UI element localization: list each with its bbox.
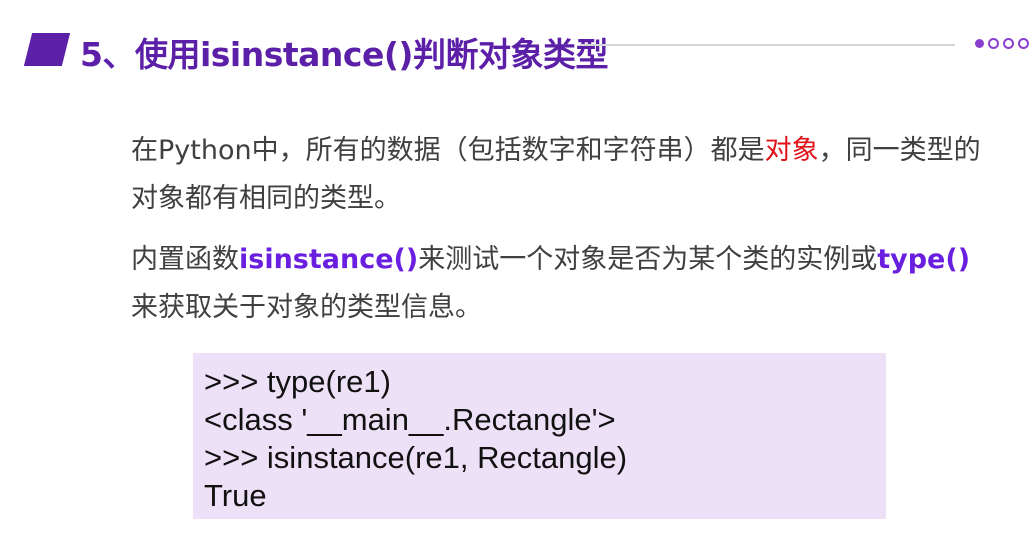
paragraph-text: 内置函数 xyxy=(131,244,239,275)
dot-icon xyxy=(975,39,984,48)
func-isinstance: isinstance() xyxy=(239,244,419,275)
dot-ring-icon xyxy=(1018,38,1029,49)
code-block: >>> type(re1) <class '__main__.Rectangle… xyxy=(193,353,886,519)
paragraph-objects: 在Python中，所有的数据（包括数字和字符串）都是对象，同一类型的对象都有相同… xyxy=(131,127,981,223)
dot-ring-icon xyxy=(1003,38,1014,49)
dot-ring-icon xyxy=(988,38,999,49)
paragraph-text: 来测试一个对象是否为某个类的实例或 xyxy=(418,244,878,275)
header-accent-bar xyxy=(23,33,71,66)
decorative-dots xyxy=(975,38,1029,49)
code-line: >>> type(re1) xyxy=(204,364,391,399)
paragraph-text: 在Python中，所有的数据（包括数字和字符串）都是 xyxy=(131,135,765,166)
highlight-objects: 对象 xyxy=(764,135,819,166)
paragraph-text: 来获取关于对象的类型信息。 xyxy=(131,292,482,323)
code-line: <class '__main__.Rectangle'> xyxy=(204,402,616,437)
paragraph-builtins: 内置函数isinstance()来测试一个对象是否为某个类的实例或type() 来… xyxy=(131,236,981,332)
code-line: True xyxy=(204,478,267,513)
code-line: >>> isinstance(re1, Rectangle) xyxy=(204,440,628,475)
func-type: type() xyxy=(877,244,971,275)
header-divider xyxy=(580,44,955,46)
page-title: 5、使用isinstance()判断对象类型 xyxy=(80,35,609,74)
